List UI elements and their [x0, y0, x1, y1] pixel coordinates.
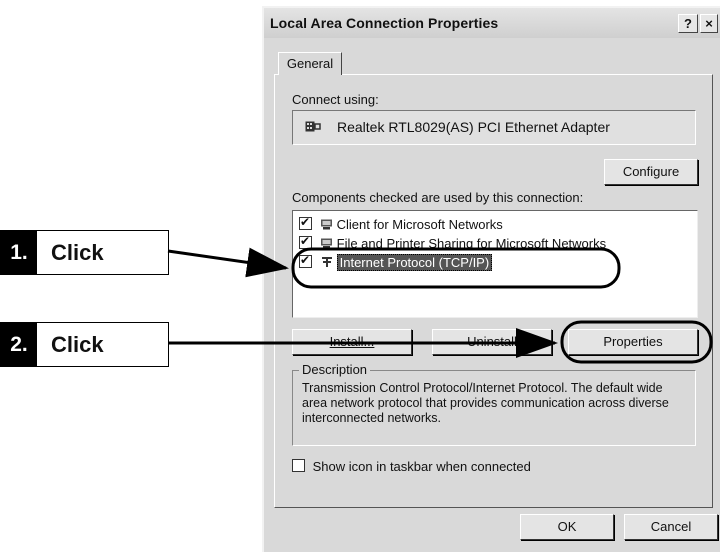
annotation-overlay [167, 247, 713, 364]
callout-1-arrow [167, 247, 289, 278]
highlight-tcpip-ring [291, 247, 621, 289]
tab-general[interactable]: General [278, 52, 342, 75]
highlight-properties-ring [560, 320, 713, 364]
